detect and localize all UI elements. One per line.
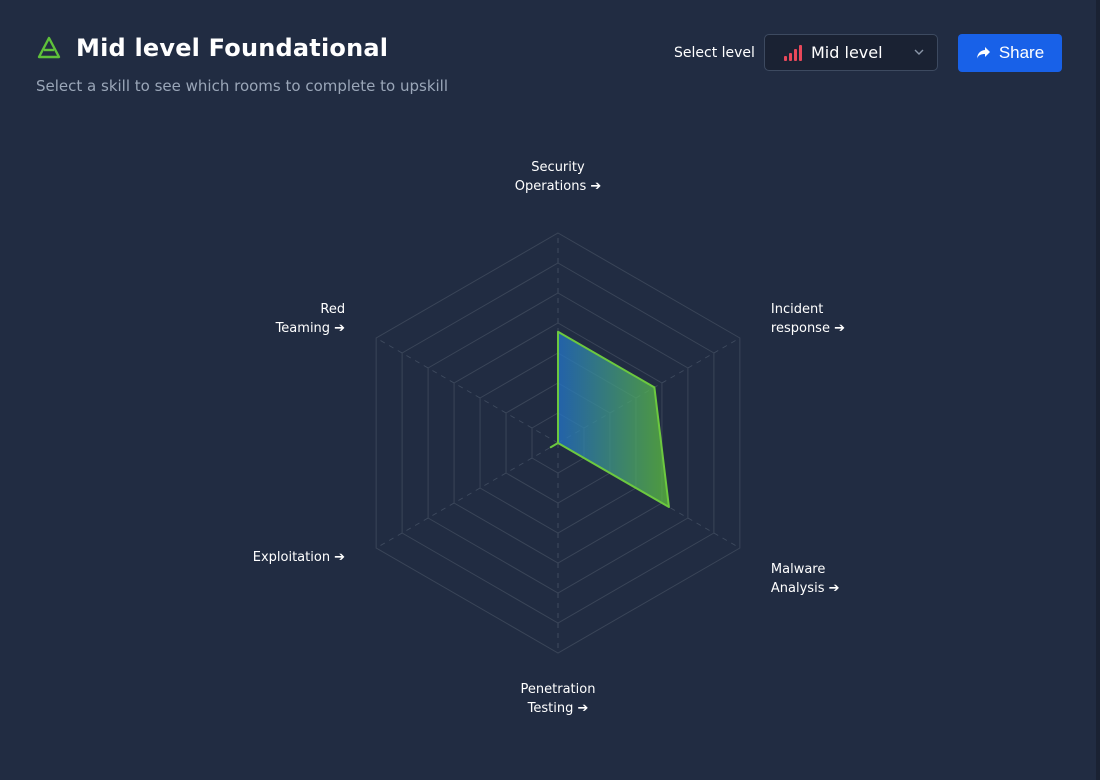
axis-label-line: Penetration (521, 682, 596, 697)
axis-label-4[interactable]: Exploitation ➔ (253, 550, 345, 565)
axis-label-2[interactable]: Malware Analysis ➔ (771, 562, 840, 596)
axis-spoke (375, 337, 559, 444)
axis-label-line: Operations ➔ (515, 179, 602, 194)
axis-label-line: Analysis ➔ (771, 581, 840, 596)
axis-label-line: response ➔ (771, 321, 845, 336)
axis-label-line: Security (531, 160, 585, 175)
axis-label-5[interactable]: Red Teaming ➔ (275, 302, 346, 336)
axis-label-3[interactable]: Penetration Testing ➔ (521, 682, 596, 716)
axis-label-line: Teaming ➔ (275, 321, 346, 336)
axis-label-line: Red (320, 302, 345, 317)
skills-radar-chart: Security Operations ➔ Incident response ➔ Ma… (253, 160, 845, 716)
axis-label-line: Testing ➔ (527, 701, 589, 716)
axis-label-0[interactable]: Security Operations ➔ (515, 160, 602, 194)
axis-label-line: Malware (771, 562, 825, 577)
skill-series-area (549, 330, 670, 509)
axis-label-line: Incident (771, 302, 823, 317)
skill-card: Mid level Foundational Select a skill to… (0, 0, 1100, 780)
axis-label-line: Exploitation ➔ (253, 550, 345, 565)
axis-label-1[interactable]: Incident response ➔ (771, 302, 845, 336)
axis-spoke (375, 442, 559, 549)
